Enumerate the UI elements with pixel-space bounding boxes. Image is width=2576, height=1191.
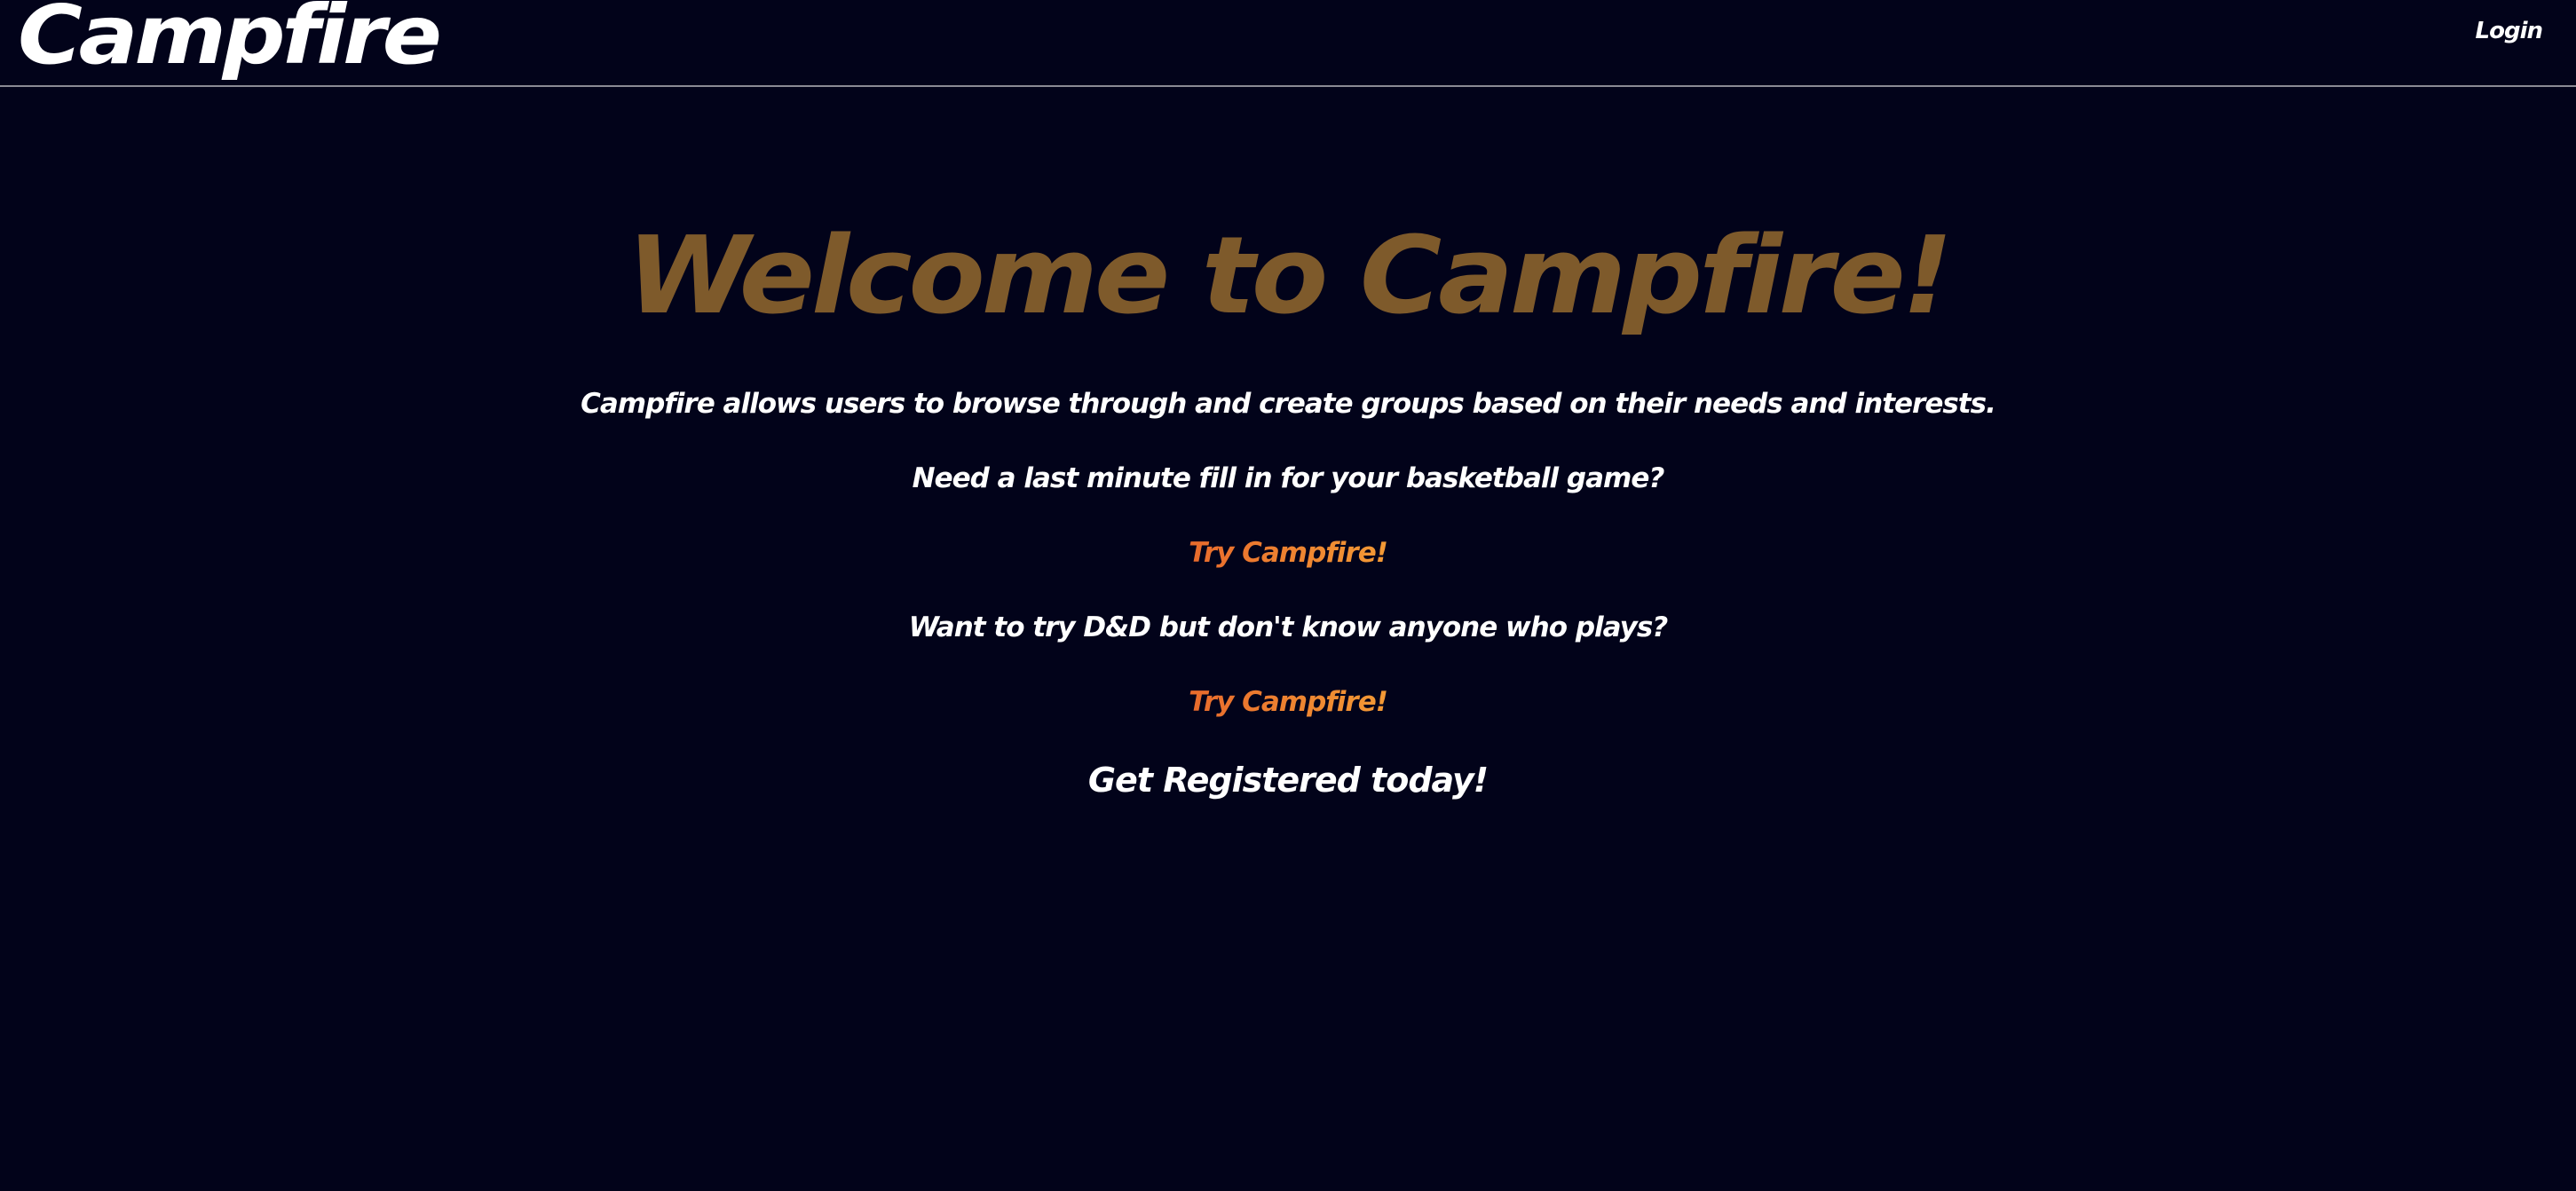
try-campfire-cta-1-row: Try Campfire!: [0, 540, 2576, 567]
register-cta-row: Get Registered today!: [0, 763, 2576, 797]
top-navbar: Campfire Login: [0, 0, 2576, 87]
dnd-question: Want to try D&D but don't know anyone wh…: [908, 611, 1669, 643]
basketball-question: Need a last minute fill in for your bask…: [912, 462, 1665, 494]
brand-logo-link[interactable]: Campfire: [18, 0, 442, 76]
intro-text: Campfire allows users to browse through …: [581, 388, 1996, 420]
try-campfire-link-2[interactable]: Try Campfire!: [1189, 686, 1388, 718]
try-campfire-cta-2-row: Try Campfire!: [0, 689, 2576, 716]
login-link[interactable]: Login: [2476, 18, 2543, 44]
try-campfire-link-1[interactable]: Try Campfire!: [1189, 537, 1388, 569]
page-title: Welcome to Campfire!: [626, 215, 1953, 338]
get-registered-link[interactable]: Get Registered today!: [1088, 761, 1489, 800]
